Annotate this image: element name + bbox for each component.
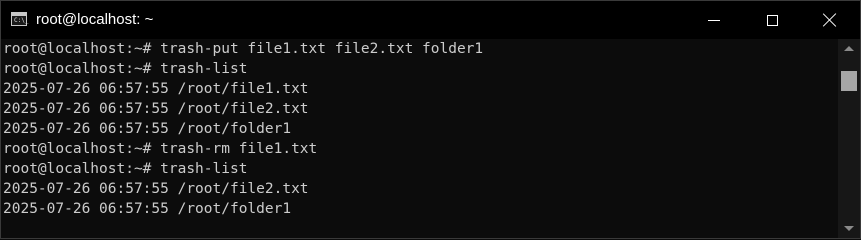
maximize-icon [766,14,778,26]
terminal-line: root@localhost:~# trash-list [3,161,248,177]
minimize-icon [708,19,720,21]
close-button[interactable] [801,1,859,39]
vertical-scrollbar[interactable] [838,39,860,238]
terminal-line: 2025-07-26 06:57:55 /root/folder1 [3,121,292,137]
terminal-line: 2025-07-26 06:57:55 /root/file2.txt [3,101,309,117]
terminal-window: C:\_ root@localhost: ~ root@localhost:~#… [0,0,861,239]
terminal-line: root@localhost:~# trash-list [3,61,248,77]
terminal-line: root@localhost:~# trash-put file1.txt fi… [3,41,484,57]
scroll-up-icon[interactable] [844,46,854,51]
title-bar[interactable]: C:\_ root@localhost: ~ [1,1,860,39]
scroll-down-icon[interactable] [844,226,854,231]
terminal-icon[interactable]: C:\_ [11,12,29,26]
close-icon [823,13,837,27]
window-title: root@localhost: ~ [36,11,154,28]
minimize-button[interactable] [685,1,743,39]
icon-prompt-text: C:\_ [14,17,29,24]
terminal-line: 2025-07-26 06:57:55 /root/file2.txt [3,181,309,197]
scrollbar-thumb[interactable] [841,71,857,91]
terminal-line: 2025-07-26 06:57:55 /root/folder1 [3,201,292,217]
terminal-output[interactable]: root@localhost:~# trash-put file1.txt fi… [1,39,838,238]
terminal-line: root@localhost:~# trash-rm file1.txt [3,141,318,157]
terminal-line: 2025-07-26 06:57:55 /root/file1.txt [3,81,309,97]
maximize-button[interactable] [743,1,801,39]
icon-title-strip [12,13,26,16]
